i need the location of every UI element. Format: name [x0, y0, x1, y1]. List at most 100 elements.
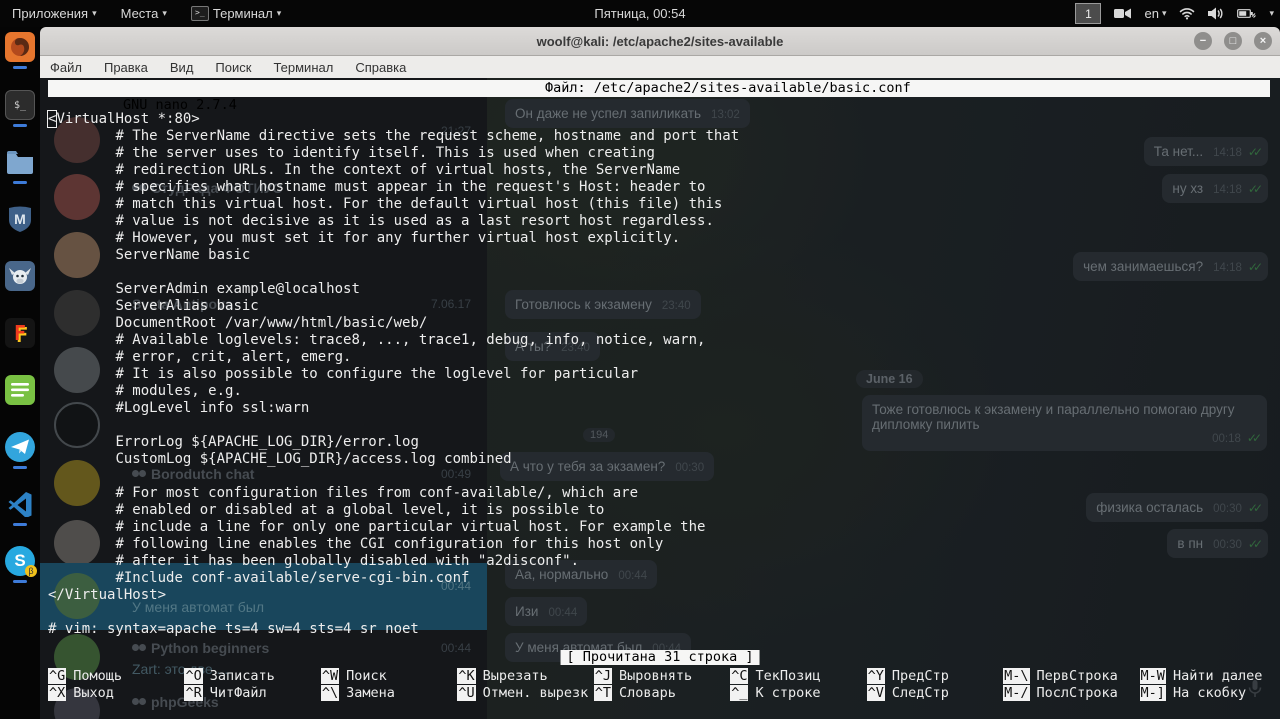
notes-icon[interactable]: [5, 375, 35, 405]
terminal-viewport[interactable]: 21:27 СтудРада ФОТИУС Sveta Antipova 7.0…: [40, 78, 1280, 719]
nano-shortcut: ^_ К строке: [730, 685, 866, 702]
shortcut-key: M-\: [1003, 668, 1030, 684]
chevron-down-icon: ▾: [276, 8, 282, 18]
running-indicator: [13, 181, 27, 184]
editor-line: # error, crit, alert, emerg.: [48, 349, 352, 365]
nano-shortcut: ^K Вырезать: [457, 668, 593, 685]
skype-icon[interactable]: S β: [5, 546, 37, 577]
shortcut-key: ^C: [730, 668, 749, 684]
editor-line: # following line enables the CGI configu…: [48, 536, 664, 552]
nano-filename: Файл: /etc/apache2/sites-available/basic…: [545, 80, 911, 96]
nano-editor[interactable]: GNU nano 2.7.4 Файл: /etc/apache2/sites-…: [40, 78, 1280, 719]
nano-status-message: [ Прочитана 31 строка ]: [560, 650, 760, 665]
shortcut-label: ТекПозиц: [755, 668, 821, 684]
minimize-button[interactable]: −: [1194, 32, 1212, 50]
shortcut-key: ^V: [866, 685, 885, 701]
terminal-window: woolf@kali: /etc/apache2/sites-available…: [40, 27, 1280, 719]
editor-line: #LogLevel info ssl:warn: [48, 400, 310, 416]
workspace-indicator[interactable]: 1: [1075, 3, 1102, 24]
editor-line: # modules, e.g.: [48, 383, 242, 399]
screen-recorder-icon[interactable]: [1114, 7, 1132, 20]
editor-line: # enabled or disabled at a global level,…: [48, 502, 605, 518]
editor-line: <VirtualHost *:80>: [46, 110, 1280, 128]
shortcut-key: ^Y: [866, 668, 885, 684]
close-button[interactable]: ×: [1254, 32, 1272, 50]
vscode-icon[interactable]: [5, 489, 35, 519]
shortcut-label: ПредСтр: [891, 668, 949, 684]
battery-icon[interactable]: [1237, 7, 1257, 20]
shortcut-key: ^T: [593, 685, 613, 701]
dock: $_ M F S β: [0, 27, 40, 719]
applications-menu[interactable]: Приложения ▾: [0, 0, 109, 27]
shortcut-label: К строке: [755, 685, 821, 701]
beef-icon[interactable]: [5, 261, 35, 291]
running-indicator: [13, 523, 27, 526]
shortcut-label: Помощь: [73, 668, 123, 684]
shortcut-key: ^O: [184, 668, 203, 684]
editor-line: # redirection URLs. In the context of vi…: [48, 162, 681, 178]
nano-shortcut: ^R ЧитФайл: [184, 685, 320, 702]
editor-line: # specifies what hostname must appear in…: [48, 179, 706, 195]
shortcut-key: ^\: [320, 685, 340, 701]
svg-text:M: M: [14, 211, 26, 227]
chevron-down-icon: ▾: [1161, 8, 1167, 18]
nano-shortcut: M-W Найти далее: [1139, 668, 1276, 685]
editor-line: DocumentRoot /var/www/html/basic/web/: [48, 315, 428, 331]
editor-line: # For most configuration files from conf…: [48, 485, 639, 501]
wifi-icon[interactable]: [1179, 7, 1195, 20]
editor-line-text: VirtualHost *:80>: [56, 111, 200, 127]
menu-help[interactable]: Справка: [355, 60, 406, 75]
volume-icon[interactable]: [1208, 7, 1224, 20]
maximize-button[interactable]: □: [1224, 32, 1242, 50]
running-indicator: [13, 466, 27, 469]
shortcut-key: ^G: [48, 668, 67, 684]
nano-shortcut: ^U Отмен. вырезк: [457, 685, 593, 702]
editor-line: # the server uses to identify itself. Th…: [48, 145, 655, 161]
nano-shortcut-bar: ^G Помощь ^O Записать ^W Поиск ^K Вырезать ^J Выр…: [48, 668, 1276, 702]
nano-shortcut: ^X Выход: [48, 685, 184, 702]
shortcut-label: ПослСтрока: [1036, 685, 1118, 701]
chevron-down-icon[interactable]: ▾: [1269, 8, 1274, 19]
window-menubar: Файл Правка Вид Поиск Терминал Справка: [40, 56, 1280, 78]
nano-shortcut: ^Y ПредСтр: [866, 668, 1003, 685]
terminal-icon[interactable]: $_: [5, 90, 35, 120]
shortcut-label: Отмен. вырезк: [482, 685, 589, 701]
shortcut-key: ^U: [457, 685, 476, 701]
shortcut-key: M-/: [1003, 685, 1030, 701]
nano-shortcut: ^W Поиск: [320, 668, 457, 685]
telegram-icon[interactable]: [5, 432, 35, 462]
menu-edit[interactable]: Правка: [104, 60, 148, 75]
metasploit-icon[interactable]: M: [5, 204, 35, 234]
window-titlebar[interactable]: woolf@kali: /etc/apache2/sites-available…: [40, 27, 1280, 56]
menu-search[interactable]: Поиск: [215, 60, 251, 75]
file-manager-icon[interactable]: [5, 147, 35, 177]
shortcut-label: Найти далее: [1172, 668, 1263, 684]
chevron-down-icon: ▾: [92, 8, 97, 18]
editor-line: # value is not decisive as it is used as…: [48, 213, 714, 229]
keyboard-layout[interactable]: en ▾: [1144, 6, 1166, 21]
editor-line: CustomLog ${APACHE_LOG_DIR}/access.log c…: [48, 451, 512, 467]
running-indicator: [13, 124, 27, 127]
shortcut-key: ^X: [48, 685, 67, 701]
shortcut-key: M-]: [1139, 685, 1166, 701]
editor-line: # include a line for only one particular…: [48, 519, 706, 535]
editor-line: # after it has been globally disabled wi…: [48, 553, 580, 569]
places-menu[interactable]: Места ▾: [109, 0, 179, 27]
shortcut-label: Замена: [346, 685, 395, 701]
menu-file[interactable]: Файл: [50, 60, 82, 75]
firefox-icon[interactable]: [5, 32, 35, 62]
shortcut-label: Словарь: [619, 685, 676, 701]
faraday-icon[interactable]: F: [5, 318, 35, 348]
nano-shortcut: M-\ ПервСтрока: [1003, 668, 1139, 685]
nano-shortcut: ^J Выровнять: [593, 668, 730, 685]
shortcut-label: ПервСтрока: [1036, 668, 1118, 684]
shortcut-key: M-W: [1139, 668, 1166, 684]
menu-terminal[interactable]: Терминал: [273, 60, 333, 75]
nano-titlebar: GNU nano 2.7.4 Файл: /etc/apache2/sites-…: [48, 80, 1270, 113]
editor-text[interactable]: <VirtualHost *:80> # The ServerName dire…: [46, 110, 1280, 638]
nano-shortcut: ^V СледСтр: [866, 685, 1003, 702]
running-indicator: [13, 66, 27, 69]
terminal-app-menu[interactable]: >_ Терминал ▾: [179, 0, 293, 27]
menu-view[interactable]: Вид: [170, 60, 194, 75]
